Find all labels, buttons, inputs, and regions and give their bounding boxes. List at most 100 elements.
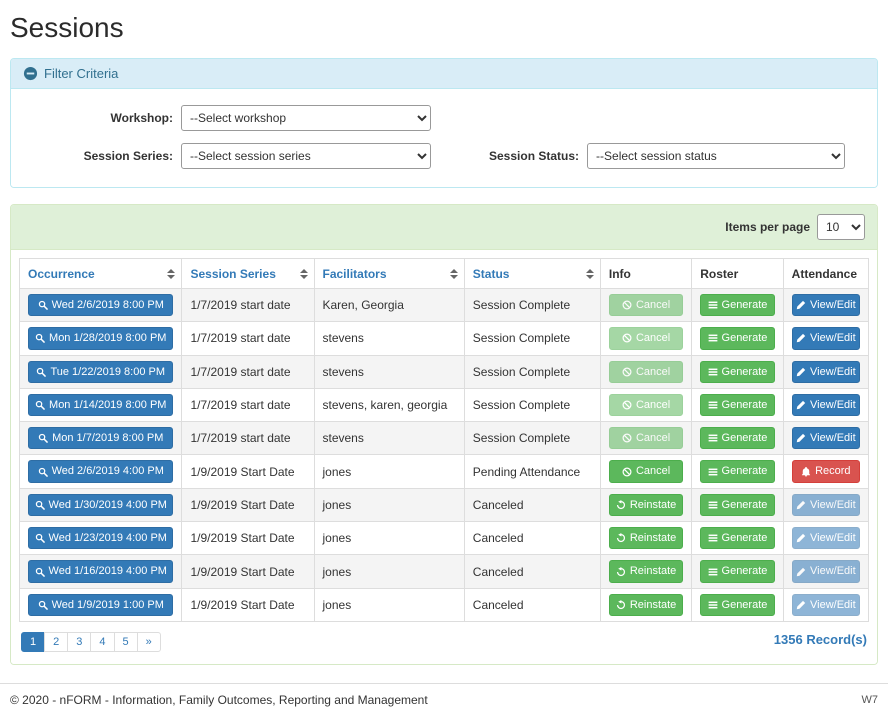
pagination-page-1[interactable]: 1	[21, 632, 45, 652]
pagination-page-4[interactable]: 4	[90, 632, 114, 652]
status-cell: Session Complete	[464, 388, 600, 421]
button-label: Wed 1/16/2019 4:00 PM	[49, 564, 167, 578]
workshop-label: Workshop:	[21, 111, 181, 125]
pagination-page-3[interactable]: 3	[67, 632, 91, 652]
status-cell: Canceled	[464, 588, 600, 621]
attendance-action-button[interactable]: View/Edit	[792, 327, 860, 349]
session-row: Mon 1/7/2019 8:00 PM1/7/2019 start dates…	[20, 422, 869, 455]
occurrence-button[interactable]: Wed 1/30/2019 4:00 PM	[28, 494, 173, 516]
roster-action-button[interactable]: Generate	[700, 294, 774, 316]
pagination-page-2[interactable]: 2	[44, 632, 68, 652]
attendance-cell: View/Edit	[783, 322, 868, 355]
roster-action-button[interactable]: Generate	[700, 460, 774, 482]
occurrence-button[interactable]: Tue 1/22/2019 8:00 PM	[28, 361, 173, 383]
button-label: Cancel	[636, 365, 670, 379]
occurrence-cell: Mon 1/14/2019 8:00 PM	[20, 388, 182, 421]
info-action-button[interactable]: Cancel	[609, 460, 683, 482]
column-header-occurrence[interactable]: Occurrence	[20, 259, 182, 289]
occurrence-button[interactable]: Mon 1/14/2019 8:00 PM	[28, 394, 173, 416]
attendance-cell: View/Edit	[783, 522, 868, 555]
pencil-icon	[796, 400, 806, 410]
sessions-table-panel: Items per page 10 OccurrenceSession Seri…	[10, 204, 878, 665]
list-icon	[708, 300, 718, 310]
button-label: Generate	[722, 331, 768, 345]
session-series-cell: 1/9/2019 Start Date	[182, 522, 314, 555]
occurrence-button[interactable]: Mon 1/7/2019 8:00 PM	[28, 427, 173, 449]
occurrence-button[interactable]: Wed 1/16/2019 4:00 PM	[28, 560, 173, 582]
filter-criteria-header[interactable]: Filter Criteria	[11, 59, 877, 89]
attendance-action-button[interactable]: View/Edit	[792, 361, 860, 383]
list-icon	[708, 567, 718, 577]
button-label: Cancel	[636, 298, 670, 312]
attendance-action-button[interactable]: View/Edit	[792, 294, 860, 316]
column-header-status[interactable]: Status	[464, 259, 600, 289]
session-series-select[interactable]: --Select session series	[181, 143, 431, 169]
roster-action-button[interactable]: Generate	[700, 594, 774, 616]
info-cell: Cancel	[600, 422, 691, 455]
roster-action-button[interactable]: Generate	[700, 394, 774, 416]
workshop-select[interactable]: --Select workshop	[181, 105, 431, 131]
occurrence-button[interactable]: Wed 1/9/2019 1:00 PM	[28, 594, 173, 616]
list-icon	[708, 500, 718, 510]
column-label: Status	[473, 267, 510, 281]
facilitators-cell: stevens, karen, georgia	[314, 388, 464, 421]
button-label: Cancel	[636, 464, 670, 478]
filter-criteria-panel: Filter Criteria Workshop: --Select works…	[10, 58, 878, 188]
attendance-action-button[interactable]: Record	[792, 460, 860, 482]
pagination-page-5[interactable]: 5	[114, 632, 138, 652]
pencil-icon	[796, 300, 806, 310]
button-label: Reinstate	[630, 531, 676, 545]
occurrence-button[interactable]: Mon 1/28/2019 8:00 PM	[28, 327, 173, 349]
column-label: Session Series	[190, 267, 275, 281]
column-header-facilitators[interactable]: Facilitators	[314, 259, 464, 289]
search-icon	[35, 567, 45, 577]
attendance-action-button[interactable]: View/Edit	[792, 394, 860, 416]
sort-icon[interactable]	[300, 269, 308, 279]
session-row: Wed 1/23/2019 4:00 PM 1/9/2019 Start Date…	[20, 522, 869, 555]
items-per-page-select[interactable]: 10	[817, 214, 865, 240]
sort-icon[interactable]	[586, 269, 594, 279]
collapse-minus-icon[interactable]	[23, 66, 38, 81]
info-action-button[interactable]: Reinstate	[609, 527, 683, 549]
button-label: Reinstate	[630, 564, 676, 578]
occurrence-button[interactable]: Wed 2/6/2019 4:00 PM	[28, 460, 173, 482]
sort-icon[interactable]	[167, 269, 175, 279]
search-icon	[35, 533, 45, 543]
info-cell: Cancel	[600, 355, 691, 388]
roster-action-button[interactable]: Generate	[700, 560, 774, 582]
sessions-page: Sessions Filter Criteria Workshop: --Sel…	[0, 12, 888, 665]
occurrence-cell: Mon 1/28/2019 8:00 PM	[20, 322, 182, 355]
attendance-cell: View/Edit	[783, 488, 868, 521]
info-action-button[interactable]: Reinstate	[609, 494, 683, 516]
column-label: Info	[609, 267, 631, 281]
session-status-label: Session Status:	[489, 149, 587, 163]
occurrence-button[interactable]: Wed 1/23/2019 4:00 PM	[28, 527, 173, 549]
roster-action-button[interactable]: Generate	[700, 361, 774, 383]
session-status-select[interactable]: --Select session status	[587, 143, 845, 169]
pencil-icon	[796, 367, 806, 377]
sessions-table-body: Wed 2/6/2019 8:00 PM1/7/2019 start dateK…	[20, 289, 869, 622]
facilitators-cell: jones	[314, 455, 464, 488]
pagination-next-button[interactable]: »	[137, 632, 161, 652]
undo-icon	[616, 500, 626, 510]
info-action-button[interactable]: Reinstate	[609, 594, 683, 616]
button-label: Record	[815, 464, 850, 478]
record-count: 1356 Record(s)	[774, 632, 867, 647]
column-header-session-series[interactable]: Session Series	[182, 259, 314, 289]
occurrence-button[interactable]: Wed 2/6/2019 8:00 PM	[28, 294, 173, 316]
roster-action-button[interactable]: Generate	[700, 494, 774, 516]
button-label: Cancel	[636, 431, 670, 445]
info-action-button[interactable]: Reinstate	[609, 560, 683, 582]
search-icon	[36, 367, 46, 377]
attendance-action-button[interactable]: View/Edit	[792, 427, 860, 449]
roster-action-button[interactable]: Generate	[700, 527, 774, 549]
roster-action-button[interactable]: Generate	[700, 327, 774, 349]
info-cell: Reinstate	[600, 488, 691, 521]
search-icon	[35, 500, 45, 510]
roster-action-button[interactable]: Generate	[700, 427, 774, 449]
search-icon	[38, 467, 48, 477]
button-label: Mon 1/28/2019 8:00 PM	[49, 331, 166, 345]
sort-icon[interactable]	[450, 269, 458, 279]
button-label: Generate	[722, 464, 768, 478]
attendance-cell: Record	[783, 455, 868, 488]
